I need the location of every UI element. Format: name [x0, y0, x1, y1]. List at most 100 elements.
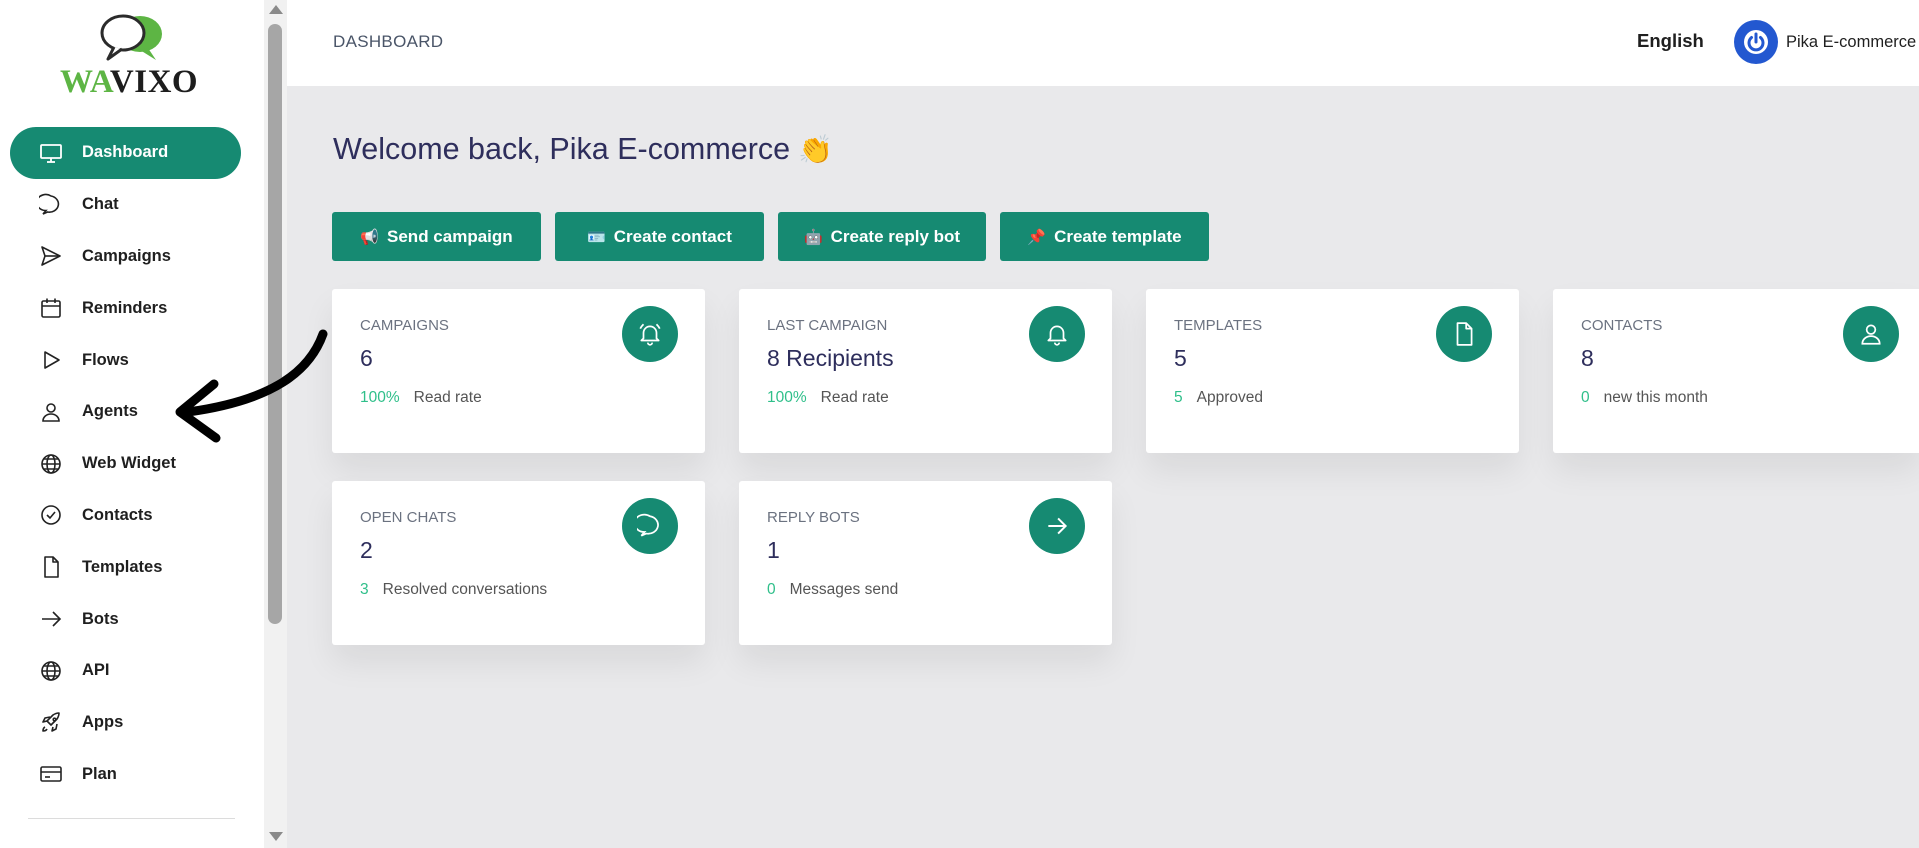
stat-card-reply-bots[interactable]: REPLY BOTS 1 0 Messages send — [739, 481, 1112, 645]
sidebar-item-templates[interactable]: Templates — [10, 541, 241, 593]
card-footer: 0 new this month — [1581, 389, 1708, 407]
send-campaign-button[interactable]: 📢 Send campaign — [332, 212, 541, 261]
sidebar-item-label: Agents — [82, 402, 138, 421]
card-footer-text: Approved — [1196, 389, 1263, 406]
card-title: CONTACTS — [1581, 317, 1663, 334]
stat-card-campaigns[interactable]: CAMPAIGNS 6 100% Read rate — [332, 289, 705, 453]
sidebar-item-label: Chat — [82, 195, 119, 214]
card-footer-number: 0 — [1581, 389, 1590, 406]
logo-text: WAVIXO — [60, 64, 199, 100]
sidebar-item-label: Templates — [82, 557, 163, 576]
page-title: Welcome back, Pika E-commerce 👏 — [333, 132, 833, 167]
power-icon — [1744, 30, 1768, 54]
card-footer-text: Read rate — [820, 389, 889, 406]
user-name: Pika E-commerce — [1786, 32, 1917, 51]
clapping-hands-icon: 👏 — [798, 134, 833, 165]
quick-actions: 📢 Send campaign 🪪 Create contact 🤖 Create r… — [332, 212, 1209, 261]
card-footer-number: 5 — [1174, 389, 1183, 406]
card-title: REPLY BOTS — [767, 509, 860, 526]
globe-icon — [38, 658, 64, 684]
user-menu[interactable]: Pika E-commerce — [1734, 20, 1916, 64]
sidebar-item-api[interactable]: API — [10, 645, 241, 697]
card-title: OPEN CHATS — [360, 509, 457, 526]
sidebar-item-label: Bots — [82, 609, 119, 628]
button-label: Create template — [1054, 226, 1182, 246]
file-icon — [1436, 306, 1492, 362]
user-icon — [1843, 306, 1899, 362]
chat-icon — [622, 498, 678, 554]
stat-card-open-chats[interactable]: OPEN CHATS 2 3 Resolved conversations — [332, 481, 705, 645]
sidebar-item-label: API — [82, 661, 110, 680]
card-value: 8 — [1581, 345, 1594, 371]
card-title: LAST CAMPAIGN — [767, 317, 888, 334]
card-footer-text: new this month — [1603, 389, 1708, 406]
sidebar-item-label: Flows — [82, 350, 129, 369]
top-header: DASHBOARD English Pika E-commerce — [287, 0, 1919, 86]
check-circle-icon — [38, 502, 64, 528]
card-footer-text: Messages send — [789, 581, 899, 598]
annotation-arrow-icon — [175, 329, 328, 443]
stat-card-templates[interactable]: TEMPLATES 5 5 Approved — [1146, 289, 1519, 453]
sidebar-item-label: Dashboard — [82, 143, 169, 162]
stat-card-contacts[interactable]: CONTACTS 8 0 new this month — [1553, 289, 1919, 453]
play-icon — [38, 347, 64, 373]
sidebar-item-label: Apps — [82, 713, 124, 732]
wavixo-logo[interactable]: WAVIXO — [60, 14, 210, 100]
card-footer: 5 Approved — [1174, 389, 1263, 407]
sidebar-item-dashboard[interactable]: Dashboard — [10, 127, 241, 179]
arrow-right-icon — [1029, 498, 1085, 554]
sidebar-item-label: Plan — [82, 764, 117, 783]
card-footer-number: 100% — [360, 389, 400, 406]
robot-icon: 🤖 — [803, 228, 823, 246]
calendar-icon — [38, 295, 64, 321]
sidebar-item-contacts[interactable]: Contacts — [10, 490, 241, 542]
chat-bubbles-logo-icon — [100, 14, 162, 61]
credit-card-icon — [38, 761, 64, 787]
sidebar-item-chat[interactable]: Chat — [10, 179, 241, 231]
sidebar-nav: Dashboard Chat Campaigns Reminders Flows… — [10, 127, 241, 800]
card-value: 1 — [767, 537, 780, 563]
sidebar-item-plan[interactable]: Plan — [10, 749, 241, 801]
button-label: Send campaign — [387, 226, 513, 246]
card-footer: 0 Messages send — [767, 581, 898, 599]
create-template-button[interactable]: 📌 Create template — [1000, 212, 1209, 261]
rocket-icon — [38, 710, 64, 736]
card-value: 2 — [360, 537, 373, 563]
sidebar-item-campaigns[interactable]: Campaigns — [10, 231, 241, 283]
scroll-up-arrow-icon[interactable] — [269, 5, 283, 14]
user-icon — [38, 399, 64, 425]
card-value: 6 — [360, 345, 373, 371]
megaphone-icon: 📢 — [360, 228, 380, 246]
avatar — [1734, 20, 1778, 64]
create-reply-bot-button[interactable]: 🤖 Create reply bot — [778, 212, 986, 261]
create-contact-button[interactable]: 🪪 Create contact — [555, 212, 764, 261]
scroll-down-arrow-icon[interactable] — [269, 832, 283, 841]
stat-card-last-campaign[interactable]: LAST CAMPAIGN 8 Recipients 100% Read rate — [739, 289, 1112, 453]
sidebar-item-label: Web Widget — [82, 454, 176, 473]
card-title: CAMPAIGNS — [360, 317, 449, 334]
sidebar-item-label: Reminders — [82, 298, 168, 317]
card-footer-number: 0 — [767, 581, 776, 598]
sidebar-item-bots[interactable]: Bots — [10, 593, 241, 645]
card-value: 8 Recipients — [767, 345, 894, 371]
card-footer-text: Resolved conversations — [382, 581, 548, 598]
globe-icon — [38, 451, 64, 477]
pushpin-icon: 📌 — [1027, 228, 1047, 246]
send-icon — [38, 243, 64, 269]
sidebar-item-label: Campaigns — [82, 246, 171, 265]
card-footer-number: 100% — [767, 389, 807, 406]
card-footer: 3 Resolved conversations — [360, 581, 547, 599]
button-label: Create contact — [613, 226, 732, 246]
sidebar-divider — [28, 818, 235, 819]
sidebar-item-apps[interactable]: Apps — [10, 697, 241, 749]
monitor-icon — [38, 140, 64, 166]
breadcrumb: DASHBOARD — [333, 32, 444, 51]
language-selector[interactable]: English — [1637, 30, 1704, 52]
card-footer: 100% Read rate — [360, 389, 482, 407]
bell-ring-icon — [622, 306, 678, 362]
card-footer: 100% Read rate — [767, 389, 889, 407]
bell-icon — [1029, 306, 1085, 362]
card-footer-text: Read rate — [413, 389, 482, 406]
chat-icon — [38, 192, 64, 218]
arrow-right-icon — [38, 606, 64, 632]
